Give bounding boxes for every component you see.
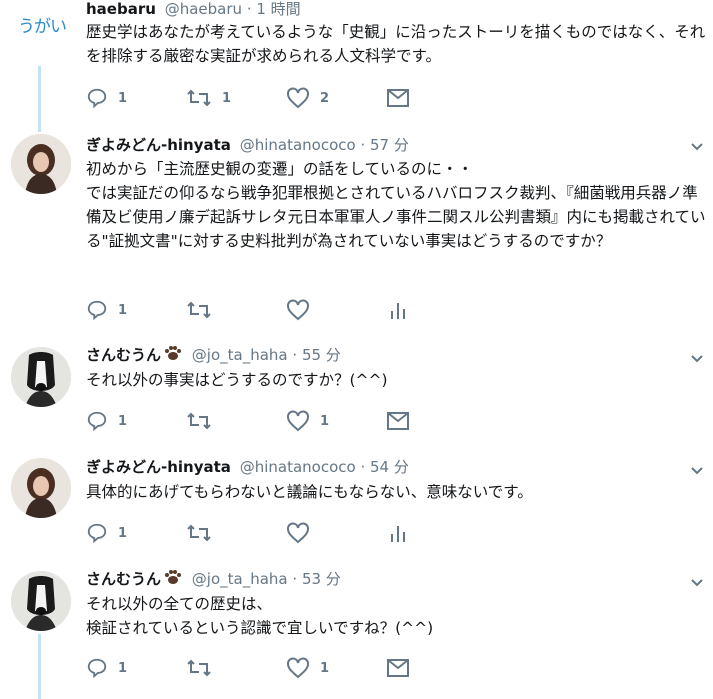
retweet-button[interactable] <box>186 298 222 322</box>
analytics-icon <box>391 303 405 319</box>
mail-icon <box>387 659 409 677</box>
message-button[interactable] <box>386 409 410 433</box>
retweet-icon <box>187 659 211 677</box>
retweet-icon <box>187 524 211 542</box>
mail-icon <box>387 89 409 107</box>
retweet-button[interactable]: 1 <box>186 86 231 110</box>
tweet-header: ぎよみどん-hinyata @hinatanococo · 57 分 <box>86 134 409 156</box>
chevron-down-icon[interactable] <box>689 350 705 366</box>
timestamp[interactable]: · 55 分 <box>292 346 340 364</box>
like-count: 1 <box>320 660 330 676</box>
reply-button[interactable]: 1 <box>86 656 127 680</box>
tweet-header: さんむうん @jo_ta_haha · 55 分 <box>86 344 341 366</box>
retweet-icon <box>187 301 211 319</box>
avatar[interactable] <box>11 134 71 194</box>
tweet-header: さんむうん @jo_ta_haha · 53 分 <box>86 568 341 590</box>
paw-emoji-icon <box>165 570 182 584</box>
tweet-text: それ以外の事実はどうするのですか？(^^) <box>86 371 388 389</box>
display-name[interactable]: ぎよみどん-hinyata <box>86 136 231 154</box>
reply-icon <box>87 88 107 109</box>
tweet-text: 歴史学はあなたが考えているような「史観」に沿ったストーリを描くものではなく、それ… <box>86 23 706 65</box>
like-button[interactable]: 1 <box>286 409 329 433</box>
paw-emoji-icon <box>165 346 182 360</box>
message-button[interactable] <box>386 86 410 110</box>
avatar[interactable] <box>11 571 71 631</box>
retweet-button[interactable] <box>186 521 222 545</box>
handle[interactable]: @hinatanococo <box>240 136 356 154</box>
heart-icon <box>287 410 309 432</box>
message-button[interactable] <box>386 656 410 680</box>
reply-button[interactable]: 1 <box>86 409 127 433</box>
thread-line <box>38 634 41 699</box>
handle[interactable]: @haebaru <box>165 0 242 18</box>
avatar[interactable]: うがい <box>18 12 67 37</box>
display-name[interactable]: haebaru <box>86 0 156 18</box>
avatar[interactable] <box>11 458 71 518</box>
retweet-icon <box>187 89 211 107</box>
display-name[interactable]: さんむうん <box>86 346 161 364</box>
tweet-header: ぎよみどん-hinyata @hinatanococo · 54 分 <box>86 456 409 478</box>
like-button[interactable]: 1 <box>286 656 329 680</box>
reply-icon <box>87 411 107 432</box>
chevron-down-icon[interactable] <box>689 574 705 590</box>
reply-icon <box>87 300 107 321</box>
display-name[interactable]: ぎよみどん-hinyata <box>86 458 231 476</box>
timestamp[interactable]: · 1 時間 <box>247 0 301 18</box>
handle[interactable]: @hinatanococo <box>240 458 356 476</box>
chevron-down-icon[interactable] <box>689 138 705 154</box>
timestamp[interactable]: · 54 分 <box>360 458 408 476</box>
reply-icon <box>87 523 107 544</box>
analytics-button[interactable] <box>386 298 410 322</box>
reply-count: 1 <box>118 413 128 429</box>
mail-icon <box>387 412 409 430</box>
avatar[interactable] <box>11 347 71 407</box>
handle[interactable]: @jo_ta_haha <box>192 570 288 588</box>
heart-icon <box>287 299 309 321</box>
like-button[interactable]: 2 <box>286 86 329 110</box>
tweet-text: 初めから「主流歴史観の変遷」の話をしているのに・・ では実証だの仰るなら戦争犯罪… <box>86 160 706 250</box>
reply-button[interactable]: 1 <box>86 298 127 322</box>
reply-count: 1 <box>118 302 128 318</box>
analytics-icon <box>391 526 405 542</box>
like-button[interactable] <box>286 298 320 322</box>
heart-icon <box>287 522 309 544</box>
retweet-icon <box>187 412 211 430</box>
reply-count: 1 <box>118 525 128 541</box>
like-count: 1 <box>320 413 330 429</box>
retweet-button[interactable] <box>186 656 222 680</box>
reply-button[interactable]: 1 <box>86 521 127 545</box>
reply-icon <box>87 658 107 679</box>
like-button[interactable] <box>286 521 320 545</box>
reply-button[interactable]: 1 <box>86 86 127 110</box>
handle[interactable]: @jo_ta_haha <box>192 346 288 364</box>
retweet-button[interactable] <box>186 409 222 433</box>
like-count: 2 <box>320 90 330 106</box>
retweet-count: 1 <box>222 90 232 106</box>
chevron-down-icon[interactable] <box>689 462 705 478</box>
tweet-header: haebaru @haebaru · 1 時間 <box>86 0 301 20</box>
heart-icon <box>287 87 309 109</box>
tweet-text: 具体的にあげてもらわないと議論にもならない、意味ないです。 <box>86 483 533 501</box>
tweet-text: それ以外の全ての歴史は、 検証されているという認識で宜しいですね？(^^) <box>86 595 434 637</box>
reply-count: 1 <box>118 660 128 676</box>
display-name[interactable]: さんむうん <box>86 570 161 588</box>
analytics-button[interactable] <box>386 521 410 545</box>
timestamp[interactable]: · 53 分 <box>292 570 340 588</box>
thread-line <box>38 66 41 128</box>
timestamp[interactable]: · 57 分 <box>360 136 408 154</box>
heart-icon <box>287 657 309 679</box>
thread-line <box>38 128 41 132</box>
reply-count: 1 <box>118 90 128 106</box>
